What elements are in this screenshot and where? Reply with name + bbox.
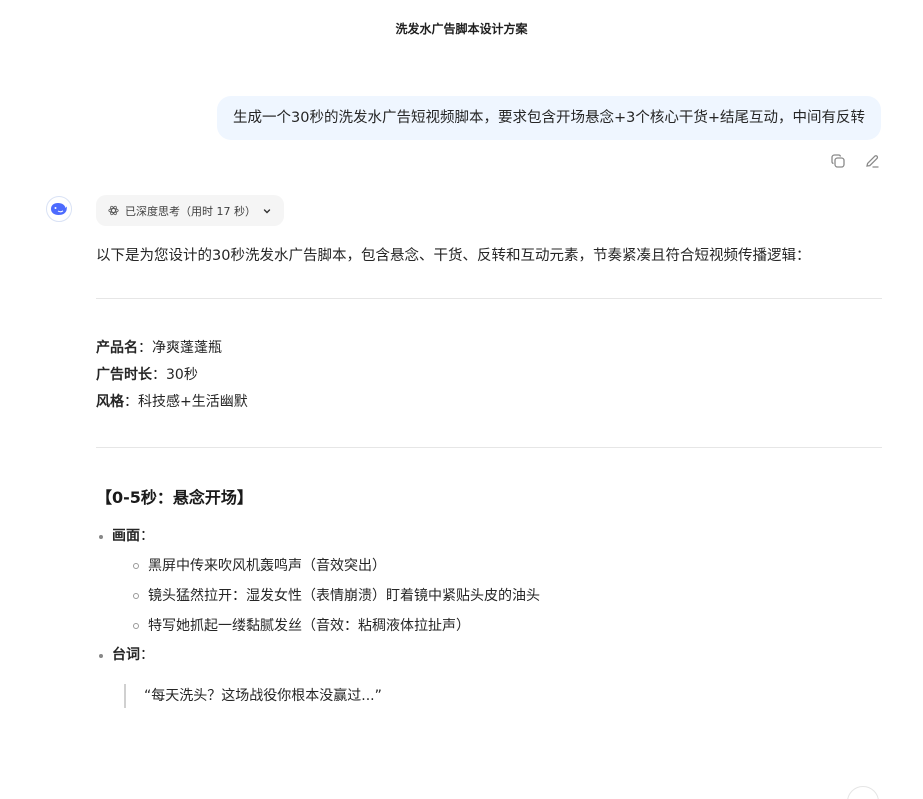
meta-duration: 广告时长：30秒 [96, 362, 882, 389]
meta-value: ：30秒 [152, 367, 198, 383]
line-colon: ： [140, 647, 154, 663]
deep-think-toggle[interactable]: 已深度思考（用时 17 秒） [96, 195, 284, 226]
line-label: 台词 [112, 647, 140, 663]
divider [96, 298, 882, 299]
section-list: 画面： 黑屏中传来吹风机轰鸣声（音效突出） 镜头猛然拉开：湿发女性（表情崩溃）盯… [96, 522, 882, 670]
edit-button[interactable] [863, 152, 881, 170]
quote-block: “每天洗头？这场战役你根本没赢过...” [124, 684, 882, 708]
chat-page: 洗发水广告脚本设计方案 生成一个30秒的洗发水广告短视频脚本，要求包含开场悬念+… [0, 0, 923, 799]
section-heading: 【0-5秒：悬念开场】 [96, 488, 253, 507]
copy-icon [831, 154, 845, 168]
meta-product-name: 产品名：净爽蓬蓬瓶 [96, 335, 882, 362]
product-meta: 产品名：净爽蓬蓬瓶 广告时长：30秒 风格：科技感+生活幽默 [96, 335, 882, 416]
deep-think-label: 已深度思考（用时 17 秒） [125, 204, 256, 218]
meta-label: 产品名 [96, 340, 138, 356]
assistant-message: 以下是为您设计的30秒洗发水广告脚本，包含悬念、干货、反转和互动元素，节奏紧凑且… [96, 240, 882, 708]
list-item: 镜头猛然拉开：湿发女性（表情崩溃）盯着镜中紧贴头皮的油头 [132, 581, 882, 611]
list-item-scene: 画面： 黑屏中传来吹风机轰鸣声（音效突出） 镜头猛然拉开：湿发女性（表情崩溃）盯… [96, 522, 882, 641]
chevron-down-icon [263, 208, 271, 213]
meta-value: ：科技感+生活幽默 [124, 394, 248, 410]
meta-label: 风格 [96, 394, 124, 410]
scene-label: 画面 [112, 528, 140, 544]
atom-icon [108, 205, 119, 216]
list-item: 特写她抓起一缕黏腻发丝（音效：粘稠液体拉扯声） [132, 611, 882, 641]
list-item-line: 台词： [96, 641, 882, 670]
assistant-avatar [46, 196, 72, 222]
edit-icon [866, 155, 879, 168]
quote-text: “每天洗头？这场战役你根本没赢过...” [144, 688, 382, 704]
list-item: 黑屏中传来吹风机轰鸣声（音效突出） [132, 551, 882, 581]
meta-style: 风格：科技感+生活幽默 [96, 389, 882, 416]
meta-label: 广告时长 [96, 367, 152, 383]
user-message-text: 生成一个30秒的洗发水广告短视频脚本，要求包含开场悬念+3个核心干货+结尾互动，… [233, 110, 865, 126]
whale-logo-icon [51, 203, 67, 215]
scene-colon: ： [140, 528, 154, 544]
meta-value: ：净爽蓬蓬瓶 [138, 340, 222, 356]
user-message-bubble: 生成一个30秒的洗发水广告短视频脚本，要求包含开场悬念+3个核心干货+结尾互动，… [217, 96, 881, 140]
conversation-title: 洗发水广告脚本设计方案 [395, 22, 528, 36]
intro-paragraph: 以下是为您设计的30秒洗发水广告脚本，包含悬念、干货、反转和互动元素，节奏紧凑且… [96, 248, 811, 264]
copy-button[interactable] [829, 152, 847, 170]
user-message-actions [829, 152, 881, 170]
divider [96, 447, 882, 448]
scroll-to-bottom-button[interactable] [847, 786, 879, 799]
scene-sublist: 黑屏中传来吹风机轰鸣声（音效突出） 镜头猛然拉开：湿发女性（表情崩溃）盯着镜中紧… [132, 551, 882, 641]
